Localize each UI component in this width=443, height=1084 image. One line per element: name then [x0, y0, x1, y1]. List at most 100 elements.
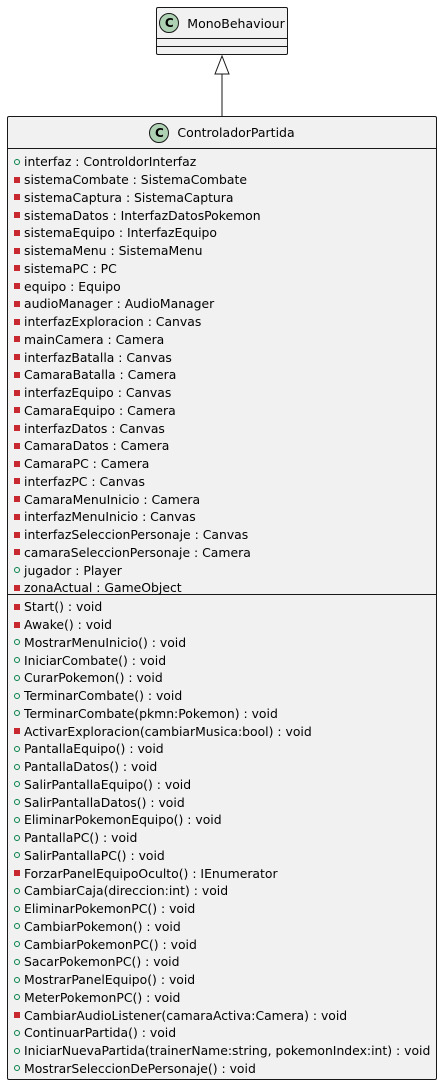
attributes-section: interfaz : ControldorInterfaz sistemaComb… — [8, 149, 436, 595]
method-row-text: PantallaDatos() : void — [24, 759, 158, 775]
attribute-row: sistemaCaptura : SistemaCaptura — [8, 189, 436, 207]
class-name: MonoBehaviour — [187, 15, 285, 31]
generalization-arrowhead — [214, 54, 230, 75]
public-visibility-icon — [14, 852, 20, 859]
private-visibility-icon — [14, 513, 20, 520]
method-row: SacarPokemonPC() : void — [8, 953, 436, 971]
attribute-row-text: interfazDatos : Canvas — [24, 420, 165, 436]
public-visibility-icon — [14, 994, 20, 1001]
public-visibility-icon — [14, 958, 20, 965]
attribute-row: CamaraEquipo : Camera — [8, 402, 436, 420]
attribute-row-text: interfazBatalla : Canvas — [24, 349, 172, 365]
public-visibility-icon — [14, 710, 20, 717]
method-row: MeterPokemonPC() : void — [8, 989, 436, 1007]
public-visibility-icon — [14, 781, 20, 788]
attribute-row-text: sistemaMenu : SistemaMenu — [24, 243, 203, 259]
private-visibility-icon — [14, 371, 20, 378]
public-visibility-icon — [14, 923, 20, 930]
method-row-text: ActivarExploracion(cambiarMusica:bool) :… — [24, 723, 312, 739]
attribute-row: interfazDatos : Canvas — [8, 419, 436, 437]
private-visibility-icon — [14, 247, 20, 254]
method-row-text: MostrarPanelEquipo() : void — [24, 972, 196, 988]
public-visibility-icon — [14, 763, 20, 770]
method-row: MostrarMenuInicio() : void — [8, 634, 436, 652]
private-visibility-icon — [14, 265, 20, 272]
method-row: TerminarCombate() : void — [8, 687, 436, 705]
attribute-row: interfazPC : Canvas — [8, 473, 436, 491]
public-visibility-icon — [14, 816, 20, 823]
class-monobehaviour[interactable]: C MonoBehaviour — [156, 7, 288, 55]
method-row: ActivarExploracion(cambiarMusica:bool) :… — [8, 722, 436, 740]
method-row-text: EliminarPokemonPC() : void — [24, 901, 196, 917]
attribute-row-text: zonaActual : GameObject — [24, 580, 182, 596]
method-row: EliminarPokemonEquipo() : void — [8, 811, 436, 829]
public-visibility-icon — [14, 1029, 20, 1036]
attribute-row: interfazBatalla : Canvas — [8, 348, 436, 366]
attribute-row: CamaraMenuInicio : Camera — [8, 490, 436, 508]
attribute-row: sistemaMenu : SistemaMenu — [8, 242, 436, 260]
attribute-row: mainCamera : Camera — [8, 331, 436, 349]
attribute-row: CamaraDatos : Camera — [8, 437, 436, 455]
class-controladorpartida[interactable]: C ControladorPartida interfaz : Controld… — [7, 116, 437, 1080]
method-row-text: EliminarPokemonEquipo() : void — [24, 812, 222, 828]
method-row: PantallaEquipo() : void — [8, 740, 436, 758]
method-row-text: ForzarPanelEquipoOculto() : IEnumerator — [24, 865, 278, 881]
private-visibility-icon — [14, 300, 20, 307]
public-visibility-icon — [14, 976, 20, 983]
attribute-row: CamaraPC : Camera — [8, 455, 436, 473]
method-row-text: Start() : void — [24, 599, 103, 615]
attribute-row-text: CamaraBatalla : Camera — [24, 367, 177, 383]
public-visibility-icon — [14, 834, 20, 841]
method-row-text: TerminarCombate(pkmn:Pokemon) : void — [24, 705, 278, 721]
private-visibility-icon — [14, 425, 20, 432]
attribute-row-text: sistemaDatos : InterfazDatosPokemon — [24, 207, 261, 223]
method-row-text: CambiarPokemon() : void — [24, 918, 181, 934]
attribute-row-text: CamaraDatos : Camera — [24, 438, 170, 454]
private-visibility-icon — [14, 442, 20, 449]
private-visibility-icon — [14, 621, 20, 628]
method-row-text: SalirPantallaDatos() : void — [24, 794, 185, 810]
method-row: MostrarPanelEquipo() : void — [8, 971, 436, 989]
private-visibility-icon — [14, 728, 20, 735]
private-visibility-icon — [14, 176, 20, 183]
private-visibility-icon — [14, 407, 20, 414]
method-row-text: SalirPantallaPC() : void — [24, 847, 165, 863]
private-visibility-icon — [14, 283, 20, 290]
public-visibility-icon — [14, 158, 20, 165]
method-row-text: SacarPokemonPC() : void — [24, 954, 180, 970]
attribute-row-text: CamaraMenuInicio : Camera — [24, 491, 201, 507]
public-visibility-icon — [14, 941, 20, 948]
public-visibility-icon — [14, 1065, 20, 1072]
attribute-row: sistemaPC : PC — [8, 260, 436, 278]
method-row: SalirPantallaEquipo() : void — [8, 776, 436, 794]
private-visibility-icon — [14, 870, 20, 877]
attributes-section — [157, 39, 287, 47]
method-row: TerminarCombate(pkmn:Pokemon) : void — [8, 705, 436, 723]
private-visibility-icon — [14, 603, 20, 610]
method-row-text: CambiarPokemonPC() : void — [24, 936, 197, 952]
private-visibility-icon — [14, 229, 20, 236]
attribute-row: audioManager : AudioManager — [8, 295, 436, 313]
method-row-text: PantallaPC() : void — [24, 830, 138, 846]
private-visibility-icon — [14, 460, 20, 467]
public-visibility-icon — [14, 692, 20, 699]
attribute-row: sistemaEquipo : InterfazEquipo — [8, 224, 436, 242]
private-visibility-icon — [14, 336, 20, 343]
method-row-text: ContinuarPartida() : void — [24, 1025, 177, 1041]
attribute-row-text: jugador : Player — [24, 562, 122, 578]
method-row-text: MostrarMenuInicio() : void — [24, 634, 187, 650]
attribute-row-text: sistemaCaptura : SistemaCaptura — [24, 189, 234, 205]
private-visibility-icon — [14, 354, 20, 361]
method-row: PantallaDatos() : void — [8, 758, 436, 776]
attribute-row-text: interfazSeleccionPersonaje : Canvas — [24, 527, 249, 543]
public-visibility-icon — [14, 1047, 20, 1054]
method-row: CambiarPokemon() : void — [8, 918, 436, 936]
method-row-text: MostrarSeleccionDePersonaje() : void — [24, 1060, 256, 1076]
method-row-text: SalirPantallaEquipo() : void — [24, 776, 192, 792]
method-row-text: CambiarAudioListener(camaraActiva:Camera… — [24, 1007, 348, 1023]
attribute-row-text: interfazMenuInicio : Canvas — [24, 509, 196, 525]
method-row: SalirPantallaPC() : void — [8, 847, 436, 865]
attribute-row: CamaraBatalla : Camera — [8, 366, 436, 384]
method-row: ContinuarPartida() : void — [8, 1024, 436, 1042]
attribute-row: sistemaCombate : SistemaCombate — [8, 171, 436, 189]
